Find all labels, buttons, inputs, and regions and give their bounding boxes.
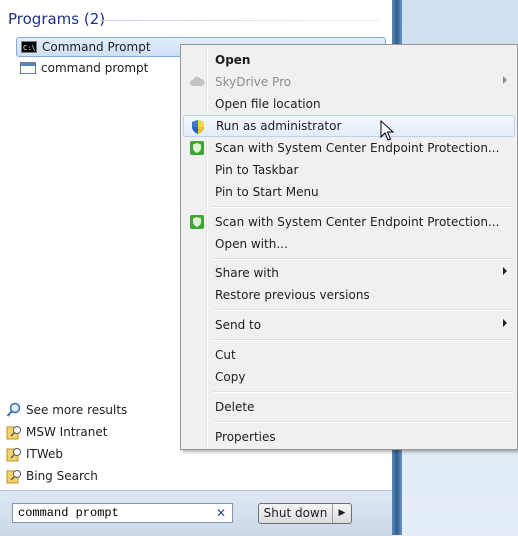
menu-item-skydrive-pro[interactable]: SkyDrive Pro xyxy=(183,71,515,93)
menu-item-label: Cut xyxy=(215,348,236,362)
menu-separator xyxy=(213,339,513,341)
menu-item-properties[interactable]: Properties xyxy=(183,426,515,448)
menu-item-label: Restore previous versions xyxy=(215,288,370,302)
menu-item-label: Open with... xyxy=(215,237,288,251)
menu-item-pin-to-start-menu[interactable]: Pin to Start Menu xyxy=(183,181,515,203)
shutdown-button-group: Shut down ▶ xyxy=(258,503,352,524)
menu-item-scan-endpoint-protection[interactable]: Scan with System Center Endpoint Protect… xyxy=(183,137,515,159)
itweb-link[interactable]: ITWeb xyxy=(6,444,63,464)
search-connector-icon xyxy=(6,446,22,462)
menu-separator xyxy=(213,206,513,208)
menu-item-cut[interactable]: Cut xyxy=(183,344,515,366)
menu-item-run-as-administrator[interactable]: Run as administrator xyxy=(183,115,515,137)
shutdown-button[interactable]: Shut down xyxy=(259,504,333,523)
search-input[interactable]: command prompt ✕ xyxy=(12,503,233,523)
menu-item-label: Delete xyxy=(215,400,255,414)
menu-item-open-with[interactable]: Open with... xyxy=(183,233,515,255)
menu-item-label: Share with xyxy=(215,266,279,280)
menu-item-label: Pin to Start Menu xyxy=(215,185,319,199)
search-connector-icon xyxy=(6,424,22,440)
menu-item-label: Open file location xyxy=(215,97,321,111)
link-label: MSW Intranet xyxy=(26,425,108,439)
msw-intranet-link[interactable]: MSW Intranet xyxy=(6,422,107,442)
search-input-value: command prompt xyxy=(18,506,119,520)
link-label: Bing Search xyxy=(26,469,98,483)
programs-group-title: Programs (2) xyxy=(8,10,106,28)
mouse-pointer-icon xyxy=(380,119,395,145)
clear-search-icon[interactable]: ✕ xyxy=(216,504,226,522)
magnifier-icon xyxy=(6,402,22,418)
bing-search-link[interactable]: Bing Search xyxy=(6,466,98,486)
menu-item-open-file-location[interactable]: Open file location xyxy=(183,93,515,115)
search-connector-icon xyxy=(6,468,22,484)
cloud-icon xyxy=(189,74,205,90)
menu-item-copy[interactable]: Copy xyxy=(183,366,515,388)
menu-item-scan-endpoint-protection-2[interactable]: Scan with System Center Endpoint Protect… xyxy=(183,211,515,233)
see-more-results-link[interactable]: See more results xyxy=(6,400,127,420)
menu-separator xyxy=(213,309,513,311)
menu-item-label: Send to xyxy=(215,318,262,332)
menu-item-send-to[interactable]: Send to xyxy=(183,314,515,336)
menu-item-restore-previous-versions[interactable]: Restore previous versions xyxy=(183,284,515,306)
submenu-arrow-icon xyxy=(503,319,507,327)
menu-item-label: Scan with System Center Endpoint Protect… xyxy=(215,215,500,229)
endpoint-protection-icon xyxy=(189,214,205,230)
uac-shield-icon xyxy=(190,119,206,135)
shutdown-options-arrow-icon[interactable]: ▶ xyxy=(333,504,351,523)
menu-item-label: SkyDrive Pro xyxy=(215,75,292,89)
program-label: Command Prompt xyxy=(42,40,151,54)
menu-item-label: Run as administrator xyxy=(216,119,342,133)
link-label: See more results xyxy=(26,403,128,417)
cmd-window-icon xyxy=(20,62,36,74)
menu-item-delete[interactable]: Delete xyxy=(183,396,515,418)
submenu-arrow-icon xyxy=(503,267,507,275)
submenu-arrow-icon xyxy=(503,76,507,84)
menu-item-pin-to-taskbar[interactable]: Pin to Taskbar xyxy=(183,159,515,181)
context-menu: Open SkyDrive Pro Open file location Run… xyxy=(180,44,518,450)
menu-separator xyxy=(213,391,513,393)
menu-item-label: Properties xyxy=(215,430,276,444)
menu-item-label: Copy xyxy=(215,370,246,384)
endpoint-protection-icon xyxy=(189,140,205,156)
menu-item-label: Pin to Taskbar xyxy=(215,163,299,177)
menu-separator xyxy=(213,421,513,423)
menu-item-share-with[interactable]: Share with xyxy=(183,262,515,284)
menu-separator xyxy=(213,258,513,260)
link-label: ITWeb xyxy=(26,447,64,461)
program-label: command prompt xyxy=(41,61,149,75)
cmd-icon: C:\ xyxy=(21,41,37,53)
group-divider xyxy=(100,20,380,21)
menu-item-label: Scan with System Center Endpoint Protect… xyxy=(215,141,500,155)
menu-item-open[interactable]: Open xyxy=(183,49,515,71)
menu-item-label: Open xyxy=(215,53,251,67)
